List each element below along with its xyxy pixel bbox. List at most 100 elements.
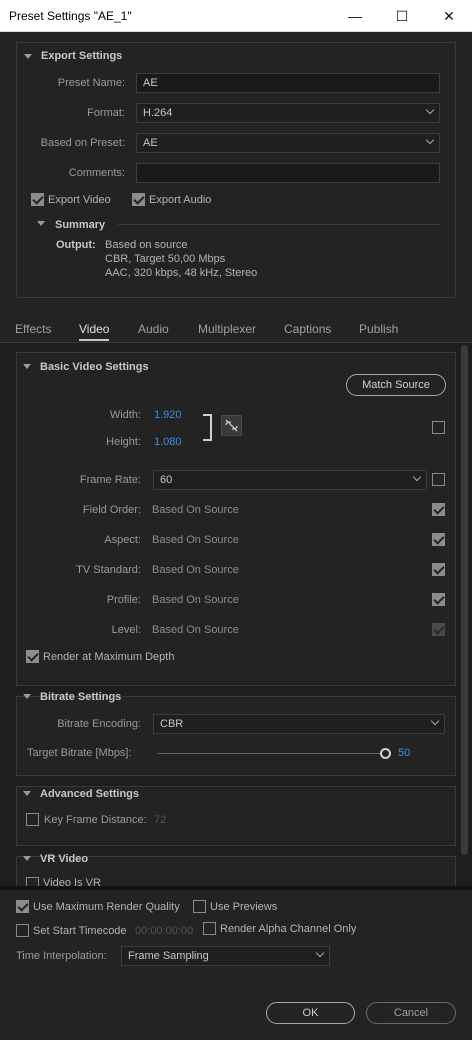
- bitrate-encoding-value: CBR: [160, 718, 184, 730]
- target-bitrate-slider-handle[interactable]: [380, 748, 391, 759]
- render-alpha-label: Render Alpha Channel Only: [220, 923, 357, 935]
- link-bracket-icon: [203, 414, 212, 441]
- basic-video-title: Basic Video Settings: [40, 361, 149, 373]
- frame-rate-dropdown[interactable]: 60: [153, 470, 427, 490]
- width-label: Width:: [109, 409, 141, 421]
- time-interpolation-label: Time Interpolation:: [16, 950, 107, 962]
- aspect-value: Based On Source: [152, 534, 239, 546]
- tab-publish[interactable]: Publish: [359, 322, 398, 336]
- field-order-label: Field Order:: [82, 504, 141, 516]
- maximize-button[interactable]: ☐: [379, 0, 425, 32]
- render-alpha-checkbox[interactable]: [203, 922, 216, 935]
- summary-collapse-icon[interactable]: [37, 221, 45, 226]
- start-timecode-checkbox[interactable]: [16, 924, 29, 937]
- aspect-label: Aspect:: [104, 534, 141, 546]
- vr-title: VR Video: [40, 853, 89, 865]
- chevron-down-icon: [430, 716, 440, 726]
- time-interpolation-value: Frame Sampling: [128, 950, 209, 962]
- tab-effects[interactable]: Effects: [15, 322, 51, 336]
- width-value[interactable]: 1.920: [154, 409, 182, 421]
- render-max-depth-label: Render at Maximum Depth: [43, 651, 175, 663]
- level-checkbox[interactable]: [432, 623, 445, 636]
- tv-standard-checkbox[interactable]: [432, 563, 445, 576]
- close-button[interactable]: ✕: [426, 0, 472, 32]
- based-on-preset-value: AE: [143, 137, 158, 149]
- target-bitrate-value[interactable]: 50: [398, 747, 410, 759]
- tv-standard-value: Based On Source: [152, 564, 239, 576]
- bitrate-title: Bitrate Settings: [40, 691, 122, 703]
- target-bitrate-track[interactable]: [158, 753, 386, 754]
- height-label: Height:: [106, 436, 141, 448]
- comments-label: Comments:: [68, 167, 125, 179]
- tab-video[interactable]: Video: [79, 322, 109, 336]
- export-settings-collapse-icon[interactable]: [24, 54, 32, 59]
- output-line-3: AAC, 320 kbps, 48 kHz, Stereo: [105, 267, 258, 279]
- level-value: Based On Source: [152, 624, 239, 636]
- frame-rate-value: 60: [160, 474, 173, 486]
- max-render-quality-checkbox[interactable]: [16, 900, 29, 913]
- height-value[interactable]: 1.080: [154, 436, 182, 448]
- export-audio-label: Export Audio: [149, 194, 212, 206]
- preset-name-input[interactable]: AE: [136, 73, 440, 93]
- chevron-down-icon: [425, 135, 435, 145]
- chevron-down-icon: [425, 105, 435, 115]
- chain-broken-icon: [225, 419, 238, 432]
- advanced-title: Advanced Settings: [40, 788, 140, 800]
- based-on-preset-dropdown[interactable]: AE: [136, 133, 440, 153]
- profile-value: Based On Source: [152, 594, 239, 606]
- bitrate-encoding-dropdown[interactable]: CBR: [153, 714, 445, 734]
- export-settings-title: Export Settings: [41, 50, 123, 62]
- max-render-quality-label: Use Maximum Render Quality: [33, 901, 180, 913]
- key-frame-value[interactable]: 72: [154, 814, 166, 826]
- window-title: Preset Settings "AE_1": [9, 9, 132, 23]
- preset-name-label: Preset Name:: [57, 77, 125, 89]
- cancel-button[interactable]: Cancel: [366, 1002, 456, 1024]
- tab-multiplexer[interactable]: Multiplexer: [198, 322, 256, 336]
- output-line-2: CBR, Target 50,00 Mbps: [105, 253, 226, 265]
- field-order-checkbox[interactable]: [432, 503, 445, 516]
- output-line-1: Based on source: [105, 239, 188, 251]
- basic-video-collapse-icon[interactable]: [23, 364, 31, 369]
- field-order-value: Based On Source: [152, 504, 239, 516]
- use-previews-checkbox[interactable]: [193, 900, 206, 913]
- title-bar: Preset Settings "AE_1" — ☐ ✕: [0, 0, 472, 32]
- chevron-down-icon: [412, 472, 422, 482]
- format-value: H.264: [143, 107, 173, 119]
- export-video-checkbox[interactable]: [31, 193, 44, 206]
- time-interpolation-dropdown[interactable]: Frame Sampling: [121, 946, 330, 966]
- minimize-button[interactable]: —: [332, 0, 378, 32]
- ok-button[interactable]: OK: [266, 1002, 355, 1024]
- advanced-collapse-icon[interactable]: [23, 791, 31, 796]
- level-label: Level:: [111, 624, 141, 636]
- active-tab-underline: [79, 339, 109, 341]
- render-max-depth-checkbox[interactable]: [26, 650, 39, 663]
- key-frame-label: Key Frame Distance:: [44, 814, 147, 826]
- tab-captions[interactable]: Captions: [284, 322, 331, 336]
- bottom-splitter[interactable]: [0, 886, 472, 890]
- vr-collapse-icon[interactable]: [23, 856, 31, 861]
- tab-audio[interactable]: Audio: [138, 322, 169, 336]
- use-previews-label: Use Previews: [210, 901, 278, 913]
- scrollbar-thumb[interactable]: [461, 345, 468, 855]
- start-timecode-value[interactable]: 00:00:00:00: [135, 925, 193, 937]
- comments-input[interactable]: [136, 163, 440, 183]
- export-video-label: Export Video: [48, 194, 111, 206]
- bitrate-collapse-icon[interactable]: [23, 694, 31, 699]
- start-timecode-label: Set Start Timecode: [33, 925, 127, 937]
- key-frame-checkbox[interactable]: [26, 813, 39, 826]
- frame-rate-override-checkbox[interactable]: [432, 473, 445, 486]
- profile-label: Profile:: [106, 594, 141, 606]
- frame-rate-label: Frame Rate:: [79, 474, 141, 486]
- output-label: Output:: [56, 239, 96, 251]
- summary-divider: [118, 224, 440, 225]
- dimensions-override-checkbox[interactable]: [432, 421, 445, 434]
- based-on-preset-label: Based on Preset:: [40, 137, 125, 149]
- format-dropdown[interactable]: H.264: [136, 103, 440, 123]
- target-bitrate-label: Target Bitrate [Mbps]:: [27, 747, 132, 759]
- match-source-button[interactable]: Match Source: [346, 374, 446, 396]
- unlink-aspect-button[interactable]: [221, 415, 242, 436]
- profile-checkbox[interactable]: [432, 593, 445, 606]
- bitrate-panel: [16, 696, 456, 776]
- aspect-checkbox[interactable]: [432, 533, 445, 546]
- export-audio-checkbox[interactable]: [132, 193, 145, 206]
